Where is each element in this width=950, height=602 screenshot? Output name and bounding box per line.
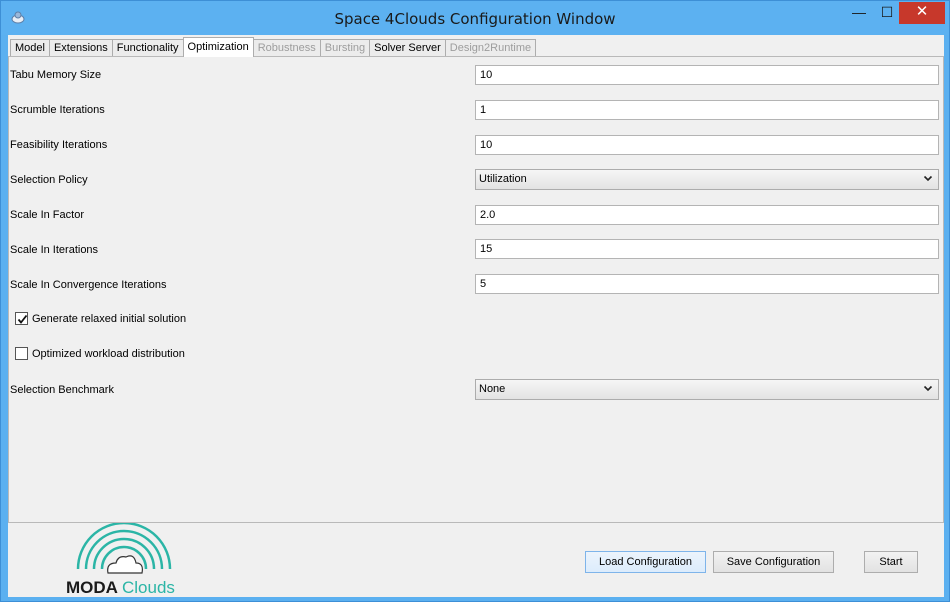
- scale-in-convergence-iterations-label: Scale In Convergence Iterations: [10, 279, 167, 291]
- tab-optimization[interactable]: Optimization: [182, 37, 254, 57]
- scrumble-iterations-label: Scrumble Iterations: [10, 104, 105, 116]
- chevron-down-icon: [923, 385, 933, 392]
- tabu-memory-size-input[interactable]: [475, 65, 939, 85]
- feasibility-iterations-input[interactable]: [475, 135, 939, 155]
- feasibility-iterations-label: Feasibility Iterations: [10, 139, 108, 151]
- logo-text-clouds: Clouds: [122, 578, 175, 595]
- window-title: Space 4Clouds Configuration Window: [334, 10, 616, 28]
- scale-in-iterations-label: Scale In Iterations: [10, 244, 99, 256]
- optimization-panel: Tabu Memory Size Scrumble Iterations Fea…: [8, 56, 944, 523]
- scale-in-factor-label: Scale In Factor: [10, 209, 84, 221]
- application-window: Space 4Clouds Configuration Window — ☐ ✕…: [0, 0, 950, 602]
- tab-bursting[interactable]: Bursting: [319, 39, 371, 57]
- modaclouds-logo: MODA Clouds: [66, 523, 175, 595]
- selection-policy-value: Utilization: [479, 173, 527, 185]
- window-client-area: Model Extensions Functionality Optimizat…: [8, 35, 944, 597]
- tab-model[interactable]: Model: [10, 39, 50, 57]
- scale-in-iterations-input[interactable]: [475, 239, 939, 259]
- title-bar[interactable]: Space 4Clouds Configuration Window — ☐ ✕: [1, 1, 949, 35]
- tab-solver-server[interactable]: Solver Server: [369, 39, 446, 57]
- checkbox-unchecked[interactable]: [15, 347, 28, 360]
- selection-benchmark-value: None: [479, 383, 506, 395]
- tab-robustness[interactable]: Robustness: [252, 39, 321, 57]
- tab-design2runtime[interactable]: Design2Runtime: [444, 39, 537, 57]
- start-button[interactable]: Start: [864, 551, 918, 573]
- scale-in-factor-input[interactable]: [475, 205, 939, 225]
- chevron-down-icon: [923, 175, 933, 182]
- checkbox-checked[interactable]: [15, 312, 28, 325]
- tab-functionality[interactable]: Functionality: [111, 39, 184, 57]
- tab-extensions[interactable]: Extensions: [48, 39, 113, 57]
- scrumble-iterations-input[interactable]: [475, 100, 939, 120]
- tabu-memory-size-label: Tabu Memory Size: [10, 69, 102, 81]
- generate-relaxed-label: Generate relaxed initial solution: [32, 312, 187, 325]
- generate-relaxed-checkbox[interactable]: Generate relaxed initial solution: [15, 312, 186, 325]
- scale-in-convergence-iterations-input[interactable]: [475, 274, 939, 294]
- selection-policy-label: Selection Policy: [10, 174, 88, 186]
- optimized-workload-label: Optimized workload distribution: [32, 347, 185, 360]
- load-configuration-button[interactable]: Load Configuration: [585, 551, 706, 573]
- save-configuration-button[interactable]: Save Configuration: [713, 551, 834, 573]
- tab-strip: Model Extensions Functionality Optimizat…: [10, 37, 537, 57]
- close-button[interactable]: ✕: [899, 2, 945, 24]
- logo-text-moda: MODA: [66, 578, 118, 595]
- minimize-button[interactable]: —: [846, 2, 872, 24]
- selection-benchmark-label: Selection Benchmark: [10, 384, 114, 396]
- checkmark-icon: [17, 314, 28, 324]
- selection-benchmark-dropdown[interactable]: None: [475, 379, 939, 400]
- selection-policy-dropdown[interactable]: Utilization: [475, 169, 939, 190]
- optimized-workload-checkbox[interactable]: Optimized workload distribution: [15, 347, 185, 360]
- maximize-button[interactable]: ☐: [874, 2, 900, 24]
